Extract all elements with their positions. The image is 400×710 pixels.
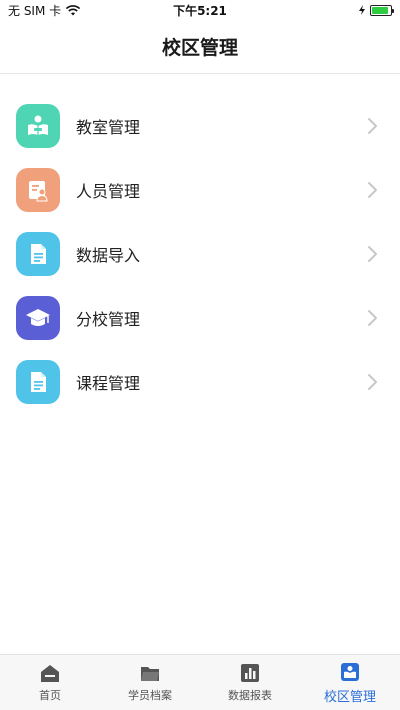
status-bar: 无 SIM 卡 下午5:21 xyxy=(0,0,400,20)
tab-label-campus-management: 校区管理 xyxy=(323,689,376,705)
menu-label-personnel: 人员管理 xyxy=(76,182,141,201)
carrier-text: 无 SIM 卡 xyxy=(8,3,62,18)
bar-chart-icon xyxy=(241,664,259,682)
personnel-icon xyxy=(16,168,60,212)
folder-icon xyxy=(141,667,159,681)
page-title: 校区管理 xyxy=(0,20,400,74)
menu-label-course: 课程管理 xyxy=(76,374,141,393)
tab-label-student-records: 学员档案 xyxy=(128,689,172,702)
wifi-icon xyxy=(65,5,81,16)
status-right xyxy=(358,4,394,16)
menu-item-course[interactable]: 课程管理 xyxy=(0,350,400,414)
chevron-right-icon xyxy=(368,310,377,326)
menu-label-data-import: 数据导入 xyxy=(76,246,141,265)
charging-icon xyxy=(359,5,365,15)
battery-icon xyxy=(370,4,394,16)
tab-bar: 首页 学员档案 数据报表 校区管理 xyxy=(0,654,400,710)
campus-icon xyxy=(341,662,359,681)
chevron-right-icon xyxy=(368,246,377,262)
tab-student-records[interactable]: 学员档案 xyxy=(100,655,200,710)
menu-label-branch: 分校管理 xyxy=(76,310,141,329)
chevron-right-icon xyxy=(368,182,377,198)
menu-item-classroom[interactable]: 教室管理 xyxy=(0,94,400,158)
tab-label-home: 首页 xyxy=(39,689,61,702)
tab-label-data-reports: 数据报表 xyxy=(228,689,272,702)
menu-list: 教室管理 人员管理 数据导入 分校管理 课程管理 xyxy=(0,74,400,414)
graduation-cap-icon xyxy=(16,296,60,340)
menu-item-branch[interactable]: 分校管理 xyxy=(0,286,400,350)
tab-home[interactable]: 首页 xyxy=(0,655,100,710)
menu-item-data-import[interactable]: 数据导入 xyxy=(0,222,400,286)
menu-item-personnel[interactable]: 人员管理 xyxy=(0,158,400,222)
chevron-right-icon xyxy=(368,118,377,134)
status-left: 无 SIM 卡 xyxy=(8,2,81,19)
tab-campus-management[interactable]: 校区管理 xyxy=(300,655,400,710)
chevron-right-icon xyxy=(368,374,377,390)
document-icon xyxy=(16,232,60,276)
document-icon xyxy=(16,360,60,404)
battery-fill xyxy=(372,6,389,14)
home-icon xyxy=(41,665,59,682)
menu-label-classroom: 教室管理 xyxy=(76,118,141,137)
classroom-icon xyxy=(16,104,60,148)
tab-data-reports[interactable]: 数据报表 xyxy=(200,655,300,710)
